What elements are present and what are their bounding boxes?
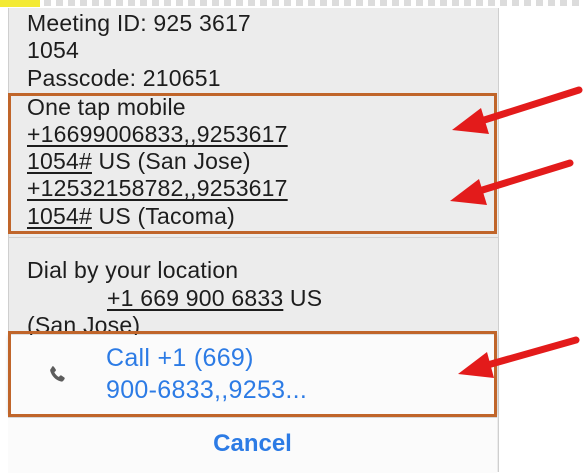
annotation-arrows bbox=[450, 86, 583, 378]
arrow-icon-one-tap-tacoma bbox=[450, 159, 574, 205]
arrow-icon-call bbox=[458, 336, 580, 378]
arrow-icon-one-tap-san-jose bbox=[452, 86, 583, 134]
